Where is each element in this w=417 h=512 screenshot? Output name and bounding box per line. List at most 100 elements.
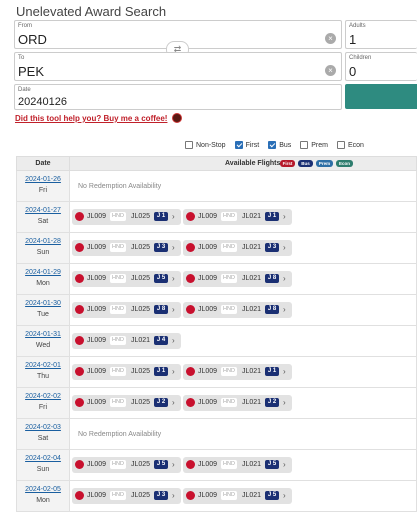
date-link[interactable]: 2024-01-28 (17, 238, 69, 245)
to-label: To (18, 55, 25, 61)
chevron-right-icon[interactable]: › (283, 274, 286, 283)
table-row: 2024-01-26 Fri No Redemption Availability (16, 171, 417, 202)
results-table-header: Date Available Flights First Bus Prem Ec… (16, 156, 417, 171)
flight-number: JL025 (131, 461, 151, 468)
date-cell: 2024-01-27 Sat (17, 202, 70, 232)
search-button[interactable] (345, 84, 417, 109)
date-link[interactable]: 2024-01-26 (17, 176, 69, 183)
chevron-right-icon[interactable]: › (283, 212, 286, 221)
flight-chip[interactable]: JL009 HND JL025 J 8 › (72, 302, 181, 318)
day-label: Fri (38, 404, 48, 411)
flight-number: JL009 (87, 275, 107, 282)
date-link[interactable]: 2024-01-27 (17, 207, 69, 214)
flight-chip[interactable]: JL009 HND JL025 J 5 › (72, 271, 181, 287)
clear-from-icon[interactable]: × (325, 33, 336, 44)
chevron-right-icon[interactable]: › (172, 243, 175, 252)
children-field[interactable]: Children 0 (345, 52, 417, 81)
filter-econ[interactable]: Econ (336, 141, 364, 149)
flight-number: JL021 (131, 337, 151, 344)
connection-airport: HND (110, 305, 126, 314)
flight-chip[interactable]: JL009 HND JL025 J 3 › (72, 240, 181, 256)
chevron-right-icon[interactable]: › (172, 398, 175, 407)
chevron-right-icon[interactable]: › (283, 460, 286, 469)
chevron-right-icon[interactable]: › (172, 274, 175, 283)
filter-label: Bus (279, 141, 292, 149)
flight-chip[interactable]: JL009 HND JL025 J 1 › (72, 209, 181, 225)
date-link[interactable]: 2024-01-29 (17, 269, 69, 276)
flight-number: JL009 (198, 492, 218, 499)
table-row: 2024-02-04 Sun JL009 HND JL025 J 5 › JL009 HND JL… (16, 450, 417, 481)
date-link[interactable]: 2024-01-31 (17, 331, 69, 338)
jal-logo-icon (186, 274, 195, 283)
chevron-right-icon[interactable]: › (172, 305, 175, 314)
date-value[interactable]: 20240126 (18, 96, 67, 108)
day-label: Sun (36, 466, 50, 473)
chevron-right-icon[interactable]: › (172, 460, 175, 469)
adults-field[interactable]: Adults 1 (345, 20, 417, 49)
date-link[interactable]: 2024-02-03 (17, 424, 69, 431)
flight-chip[interactable]: JL009 HND JL021 J 3 › (183, 240, 292, 256)
flight-number: JL025 (131, 213, 151, 220)
filter-first[interactable]: First (234, 141, 259, 149)
filter-prem[interactable]: Prem (300, 141, 328, 149)
to-value[interactable]: PEK (18, 64, 44, 79)
connection-airport: HND (110, 336, 126, 345)
filter-bus[interactable]: Bus (268, 141, 291, 149)
page-title: Unelevated Award Search (16, 4, 167, 19)
jal-logo-icon (75, 491, 84, 500)
chevron-right-icon[interactable]: › (172, 367, 175, 376)
jal-logo-icon (75, 212, 84, 221)
flight-chip[interactable]: JL009 HND JL025 J 3 › (72, 488, 181, 504)
buy-coffee-link[interactable]: Did this tool help you? Buy me a coffee! (15, 114, 167, 123)
clear-to-icon[interactable]: × (325, 65, 336, 76)
from-value[interactable]: ORD (18, 32, 47, 47)
chevron-right-icon[interactable]: › (283, 305, 286, 314)
filter-label: Non-Stop (196, 141, 226, 149)
flight-chip[interactable]: JL009 HND JL021 J 5 › (183, 488, 292, 504)
adults-value[interactable]: 1 (349, 32, 356, 47)
children-value[interactable]: 0 (349, 64, 356, 79)
connection-airport: HND (221, 243, 237, 252)
cabin-seats-badge: J 8 (265, 305, 279, 314)
date-field[interactable]: Date 20240126 (14, 84, 342, 110)
chevron-right-icon[interactable]: › (283, 491, 286, 500)
connection-airport: HND (110, 212, 126, 221)
chevron-right-icon[interactable]: › (172, 491, 175, 500)
flight-number: JL025 (131, 275, 151, 282)
date-link[interactable]: 2024-02-05 (17, 486, 69, 493)
date-cell: 2024-01-26 Fri (17, 171, 70, 201)
coffee-icon[interactable] (172, 113, 182, 123)
flight-chip[interactable]: JL009 HND JL021 J 2 › (183, 395, 292, 411)
flight-number: JL009 (198, 368, 218, 375)
flight-chip[interactable]: JL009 HND JL021 J 4 › (72, 333, 181, 349)
flight-chip[interactable]: JL009 HND JL021 J 8 › (183, 271, 292, 287)
date-link[interactable]: 2024-02-01 (17, 362, 69, 369)
flight-chip[interactable]: JL009 HND JL021 J 1 › (183, 209, 292, 225)
flight-chip[interactable]: JL009 HND JL021 J 1 › (183, 364, 292, 380)
from-label: From (18, 23, 32, 29)
cabin-filters: Non-Stop First Bus Prem Econ (185, 139, 373, 151)
date-cell: 2024-02-01 Thu (17, 357, 70, 387)
flight-chip[interactable]: JL009 HND JL025 J 1 › (72, 364, 181, 380)
checkbox-icon[interactable] (336, 141, 345, 149)
chevron-right-icon[interactable]: › (283, 367, 286, 376)
chevron-right-icon[interactable]: › (172, 212, 175, 221)
checkbox-checked-icon[interactable] (234, 141, 243, 149)
flight-chip[interactable]: JL009 HND JL025 J 5 › (72, 457, 181, 473)
date-link[interactable]: 2024-02-02 (17, 393, 69, 400)
chevron-right-icon[interactable]: › (283, 398, 286, 407)
date-link[interactable]: 2024-02-04 (17, 455, 69, 462)
checkbox-checked-icon[interactable] (268, 141, 277, 149)
date-link[interactable]: 2024-01-30 (17, 300, 69, 307)
checkbox-icon[interactable] (185, 141, 193, 149)
flight-chip[interactable]: JL009 HND JL021 J 8 › (183, 302, 292, 318)
chevron-right-icon[interactable]: › (283, 243, 286, 252)
flight-chip[interactable]: JL009 HND JL021 J 5 › (183, 457, 292, 473)
chevron-right-icon[interactable]: › (172, 336, 175, 345)
flight-chip[interactable]: JL009 HND JL025 J 2 › (72, 395, 181, 411)
cabin-seats-badge: J 2 (154, 398, 168, 407)
to-field[interactable]: To PEK × (14, 52, 342, 81)
filter-nonstop[interactable]: Non-Stop (185, 141, 226, 149)
flight-number: JL009 (87, 244, 107, 251)
checkbox-icon[interactable] (300, 141, 309, 149)
